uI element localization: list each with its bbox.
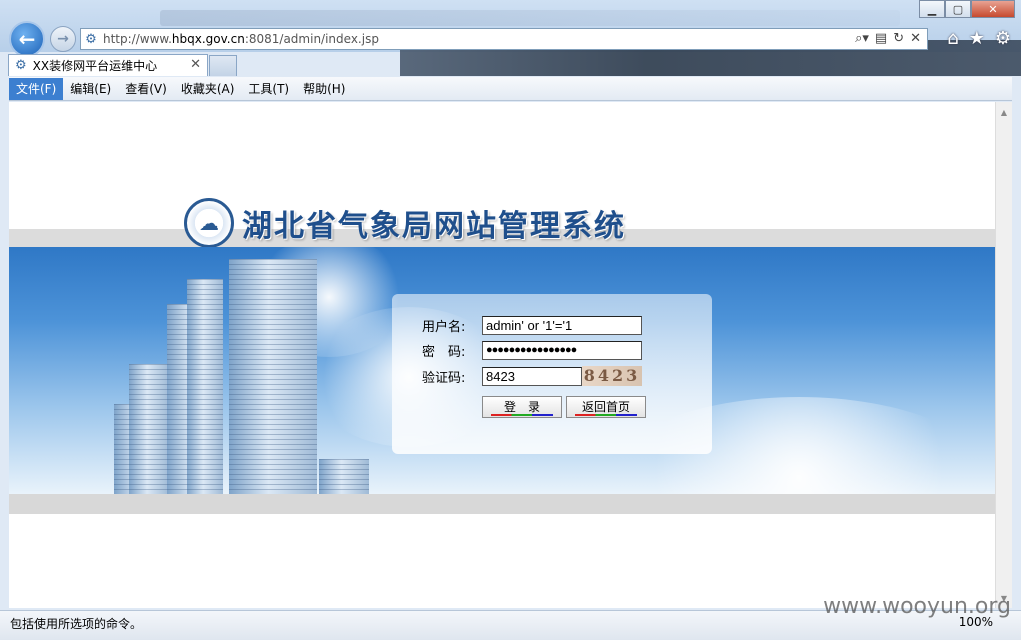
captcha-input[interactable] — [482, 366, 582, 386]
compatibility-icon[interactable]: ▤ — [875, 31, 887, 46]
username-row: 用户名: — [422, 316, 642, 335]
captcha-row: 验证码: 8423 — [422, 366, 642, 386]
menu-view[interactable]: 查看(V) — [118, 78, 174, 100]
forward-button[interactable]: → — [50, 26, 76, 52]
search-icon[interactable]: ⌕▾ — [855, 31, 869, 46]
login-banner: 用户名: 密 码: ●●●●●●●●●●●●●●●● 验证码: 8423 登 录… — [9, 247, 995, 494]
window-controls: ▁ ▢ ✕ — [919, 0, 1015, 18]
home-icon[interactable]: ⌂ — [947, 28, 958, 49]
arrow-left-icon: ← — [18, 27, 36, 51]
back-button[interactable]: ← — [9, 21, 45, 57]
page-icon: ⚙ — [85, 31, 97, 47]
stop-icon[interactable]: ✕ — [910, 31, 921, 46]
menu-favorites[interactable]: 收藏夹(A) — [174, 78, 242, 100]
blurred-background-tabs — [160, 10, 900, 26]
tab-title: XX装修网平台运维中心 — [32, 59, 158, 73]
login-form: 用户名: 密 码: ●●●●●●●●●●●●●●●● 验证码: 8423 登 录… — [392, 294, 712, 454]
menu-file[interactable]: 文件(F) — [9, 77, 64, 100]
status-text: 包括使用所选项的命令。 — [10, 617, 143, 631]
minimize-button[interactable]: ▁ — [919, 0, 945, 18]
address-bar[interactable]: ⚙ http://www.hbqx.gov.cn:8081/admin/inde… — [80, 28, 928, 50]
vertical-scrollbar[interactable]: ▲ ▼ — [995, 102, 1012, 608]
footer-band — [9, 494, 995, 514]
menu-help[interactable]: 帮助(H) — [296, 78, 352, 100]
url-suffix: :8081/admin/index.jsp — [244, 32, 379, 46]
new-tab-button[interactable] — [209, 55, 237, 76]
password-input[interactable]: ●●●●●●●●●●●●●●●● — [482, 341, 642, 360]
building-image — [319, 459, 369, 494]
building-image — [229, 259, 317, 494]
url-prefix: http://www. — [103, 32, 172, 46]
menu-tools[interactable]: 工具(T) — [241, 78, 296, 100]
tab-favicon-icon: ⚙ — [15, 58, 27, 73]
browser-tab[interactable]: ⚙ XX装修网平台运维中心 ✕ — [8, 54, 208, 76]
return-home-button[interactable]: 返回首页 — [566, 396, 646, 418]
refresh-icon[interactable]: ↻ — [893, 31, 904, 46]
maximize-button[interactable]: ▢ — [945, 0, 971, 18]
menu-edit[interactable]: 编辑(E) — [63, 78, 118, 100]
page-viewport: ☁ 湖北省气象局网站管理系统 用户名: 密 码: ●●●●●●●●●●●●●●●… — [9, 102, 995, 608]
arrow-right-icon: → — [57, 31, 69, 47]
captcha-image[interactable]: 8423 — [582, 366, 642, 386]
username-input[interactable] — [482, 316, 642, 335]
site-title: 湖北省气象局网站管理系统 — [242, 209, 626, 244]
weather-bureau-emblem-icon: ☁ — [184, 198, 234, 248]
address-url[interactable]: http://www.hbqx.gov.cn:8081/admin/index.… — [103, 32, 379, 46]
url-domain: hbqx.gov.cn — [171, 32, 245, 46]
watermark: www.wooyun.org — [823, 594, 1011, 619]
menu-bar: 文件(F) 编辑(E) 查看(V) 收藏夹(A) 工具(T) 帮助(H) — [9, 77, 1012, 101]
favorites-star-icon[interactable]: ★ — [969, 28, 985, 49]
site-header: ☁ 湖北省气象局网站管理系统 — [184, 198, 626, 248]
close-window-button[interactable]: ✕ — [971, 0, 1015, 18]
scroll-up-arrow-icon[interactable]: ▲ — [996, 104, 1012, 120]
building-image — [129, 364, 169, 494]
toolbar-right-icons: ⌂ ★ ⚙ — [947, 28, 1011, 49]
login-button[interactable]: 登 录 — [482, 396, 562, 418]
username-label: 用户名: — [422, 320, 466, 335]
password-row: 密 码: ●●●●●●●●●●●●●●●● — [422, 341, 642, 360]
tab-close-icon[interactable]: ✕ — [190, 57, 201, 72]
password-label: 密 码: — [422, 345, 466, 360]
address-tools: ⌕▾ ▤ ↻ ✕ — [855, 31, 921, 46]
building-image — [187, 279, 223, 494]
gear-icon[interactable]: ⚙ — [995, 28, 1011, 49]
captcha-label: 验证码: — [422, 370, 466, 386]
